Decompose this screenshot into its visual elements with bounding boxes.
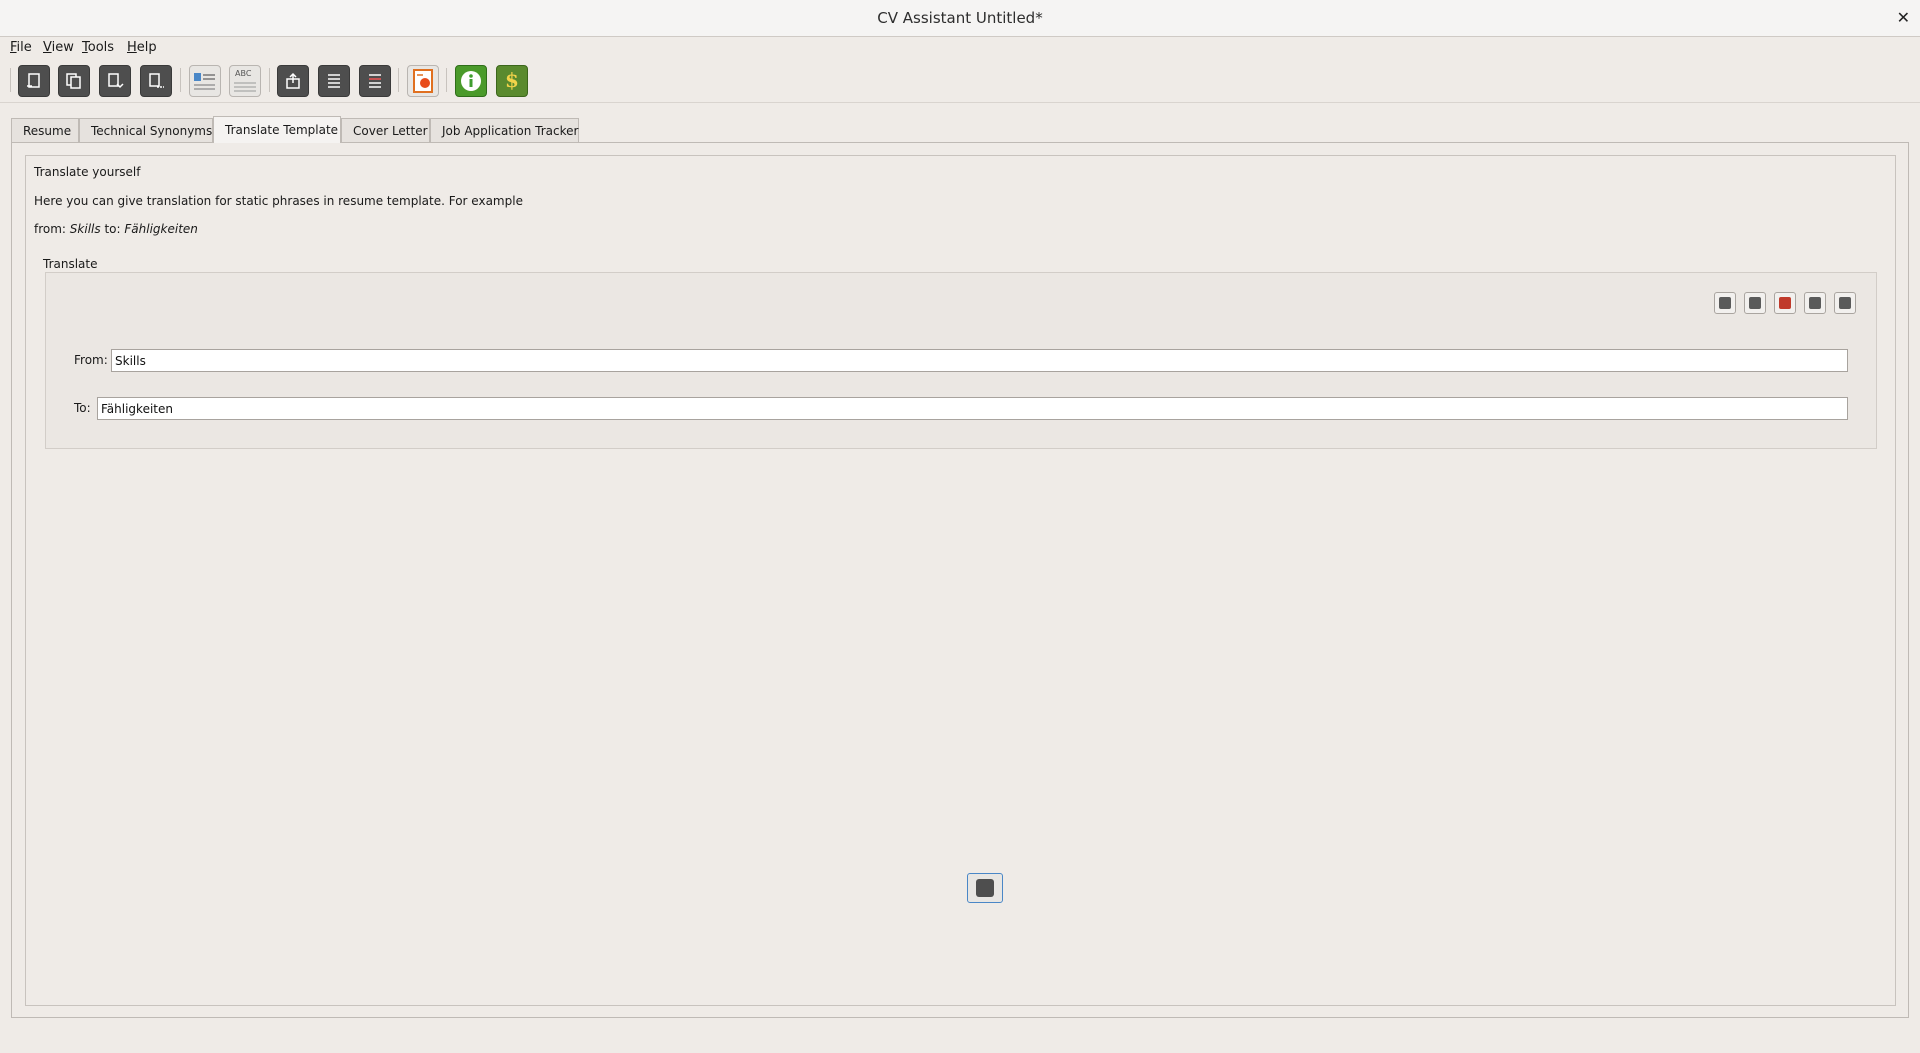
section-heading: Translate yourself [34,165,141,179]
tab-technical-synonyms[interactable]: Technical Synonyms [79,118,213,142]
close-icon[interactable]: ✕ [1897,0,1910,36]
add-entry-icon[interactable] [1714,292,1736,314]
title-bar: CV Assistant Untitled* ✕ [0,0,1920,37]
toolbar: ABC $ [0,60,1920,103]
toolbar-separator [398,68,399,92]
resume-preview-icon[interactable] [189,65,221,97]
from-field[interactable] [111,349,1848,372]
tab-job-application-tracker[interactable]: Job Application Tracker [430,118,579,142]
list-icon[interactable] [318,65,350,97]
presentation-icon[interactable] [407,65,439,97]
tab-resume[interactable]: Resume [11,118,79,142]
from-label: From: [74,353,108,367]
save-document-icon[interactable] [140,65,172,97]
translate-group: From: To: [45,272,1877,449]
group-title: Translate [43,257,98,271]
menu-file[interactable]: File [10,40,32,55]
menu-view[interactable]: View [43,40,74,55]
abc-label: ABC [235,69,252,78]
open-document-icon[interactable] [99,65,131,97]
spellcheck-abc-icon[interactable]: ABC [229,65,261,97]
menu-bar: File View Tools Help [0,37,1920,59]
toolbar-separator [10,68,11,92]
copy-document-icon[interactable] [58,65,90,97]
example-line: from: Skills to: Fähligkeiten [34,222,198,236]
tab-translate-template[interactable]: Translate Template [213,116,341,143]
translate-panel: Translate yourself Here you can give tra… [25,155,1896,1006]
window-title: CV Assistant Untitled* [877,9,1043,27]
example-from-label: from: [34,222,66,236]
tab-panel: Translate yourself Here you can give tra… [11,142,1909,1018]
donate-dollar-icon[interactable]: $ [496,65,528,97]
example-to-label: to: [104,222,121,236]
move-up-icon[interactable] [1744,292,1766,314]
toolbar-separator [269,68,270,92]
export-icon[interactable] [277,65,309,97]
delete-entry-icon[interactable] [1774,292,1796,314]
section-description: Here you can give translation for static… [34,194,523,208]
info-icon[interactable] [455,65,487,97]
toolbar-separator [446,68,447,92]
apply-translation-button[interactable] [967,873,1003,903]
example-from: Skills [69,222,101,236]
list-alt-icon[interactable] [359,65,391,97]
toolbar-separator [180,68,181,92]
to-field[interactable] [97,397,1848,420]
to-label: To: [74,401,91,415]
new-document-icon[interactable] [18,65,50,97]
example-to: Fähligkeiten [124,222,198,236]
menu-help[interactable]: Help [127,40,157,55]
tab-cover-letter[interactable]: Cover Letter [341,118,430,142]
duplicate-entry-icon[interactable] [1834,292,1856,314]
apply-icon [976,879,994,897]
move-down-icon[interactable] [1804,292,1826,314]
menu-tools[interactable]: Tools [82,40,114,55]
